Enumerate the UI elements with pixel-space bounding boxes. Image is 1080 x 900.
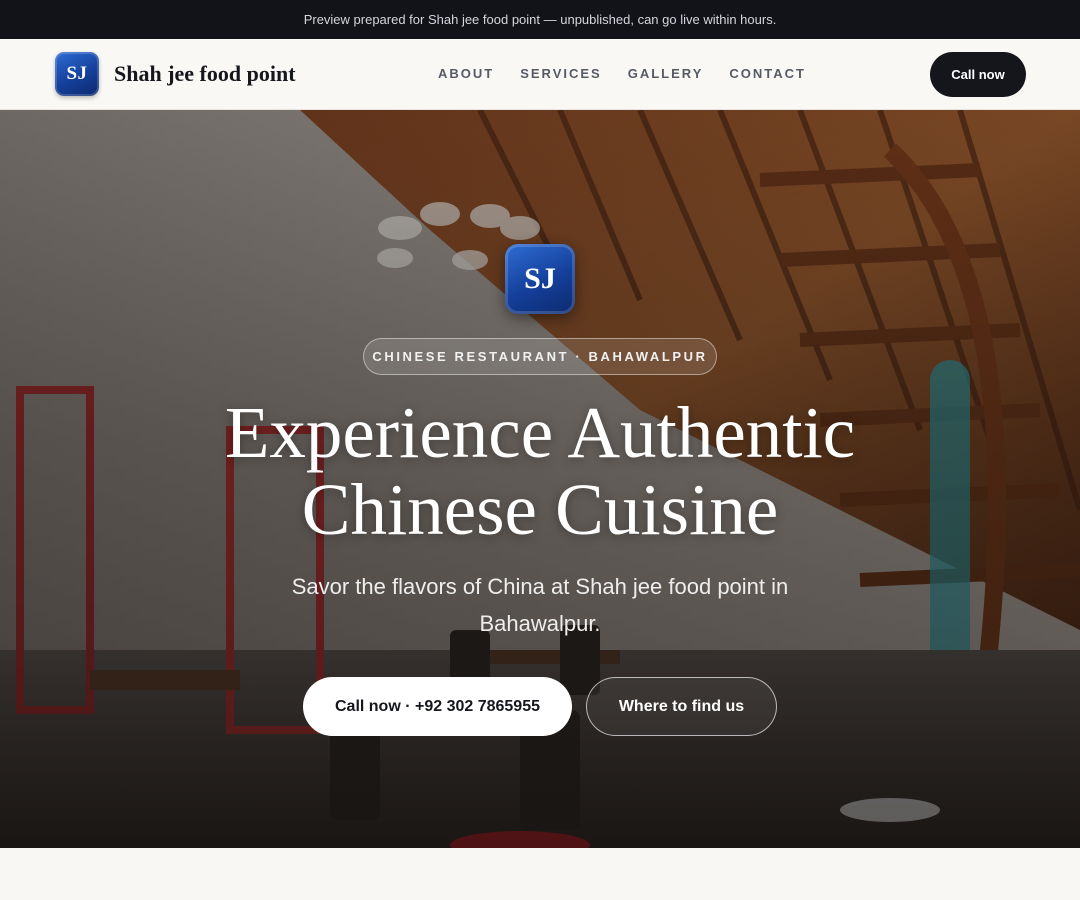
nav-link-services[interactable]: SERVICES <box>520 66 602 81</box>
hero-subtitle: Savor the flavors of China at Shah jee f… <box>291 574 789 636</box>
brand-name[interactable]: Shah jee food point <box>114 61 296 87</box>
site-header: SJ Shah jee food point ABOUT SERVICES GA… <box>0 39 1080 110</box>
hero-title-line-2: Chinese Cuisine <box>301 469 779 550</box>
nav-link-contact[interactable]: CONTACT <box>729 66 806 81</box>
hero-section: SJ CHINESE RESTAURANT · BAHAWALPUR Exper… <box>0 110 1080 848</box>
brand-logo-initials: SJ <box>66 63 88 84</box>
hero-logo-initials: SJ <box>524 262 556 295</box>
brand-logo[interactable]: SJ <box>55 52 99 96</box>
preview-banner: Preview prepared for Shah jee food point… <box>0 0 1080 39</box>
preview-banner-text: Preview prepared for Shah jee food point… <box>303 12 777 27</box>
hero-tagline-pill: CHINESE RESTAURANT · BAHAWALPUR <box>363 338 717 375</box>
header-call-now-button[interactable]: Call now <box>930 52 1026 97</box>
nav-link-about[interactable]: ABOUT <box>438 66 494 81</box>
nav-link-gallery[interactable]: GALLERY <box>628 66 704 81</box>
hero-logo: SJ <box>505 244 575 314</box>
hero-title: Experience Authentic Chinese Cuisine <box>140 394 940 548</box>
hero-call-button[interactable]: Call now · +92 302 7865955 <box>303 677 572 736</box>
hero-title-line-1: Experience Authentic <box>224 392 856 473</box>
main-nav: ABOUT SERVICES GALLERY CONTACT <box>438 66 806 81</box>
hero-location-button[interactable]: Where to find us <box>586 677 777 736</box>
next-section <box>0 848 1080 900</box>
